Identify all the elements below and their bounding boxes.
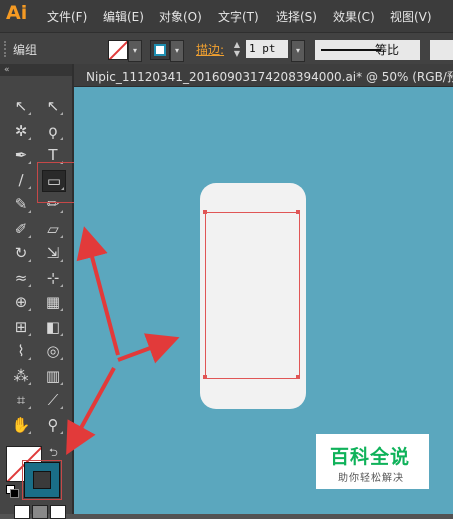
- color-mode-icon[interactable]: [14, 505, 30, 519]
- menu-select[interactable]: 选择(S): [276, 8, 317, 25]
- free-transform-icon[interactable]: ⊹: [42, 268, 64, 288]
- watermark-subtitle: 助你轻松解决: [338, 473, 404, 484]
- magic-wand-icon[interactable]: ✲: [10, 121, 32, 141]
- menu-object[interactable]: 对象(O): [159, 8, 202, 25]
- stroke-profile-select[interactable]: 等比: [315, 40, 420, 60]
- menu-bar: Ai 文件(F) 编辑(E) 对象(O) 文字(T) 选择(S) 效果(C) 视…: [0, 0, 453, 32]
- control-bar: 编组 ▾ ▾ 描边: ▲ ▼ 1 pt ▾ 等比: [0, 32, 453, 66]
- column-graph-icon[interactable]: ▥: [42, 366, 64, 386]
- stroke-weight-input[interactable]: 1 pt: [246, 40, 288, 58]
- selection-handle[interactable]: [203, 210, 207, 214]
- hand-icon[interactable]: ✋: [10, 415, 32, 435]
- stroke-profile-sample: [321, 49, 381, 51]
- pen-icon[interactable]: ✒: [10, 145, 32, 165]
- stroke-profile-label: 等比: [375, 43, 400, 57]
- none-mode-icon[interactable]: [50, 505, 66, 519]
- artboard-canvas[interactable]: 百科全说 助你轻松解决: [74, 87, 453, 514]
- menu-effect[interactable]: 效果(C): [333, 8, 375, 25]
- lasso-icon[interactable]: ϙ: [42, 121, 64, 141]
- document-tab[interactable]: Nipic_11120341_20160903174208394000.ai* …: [86, 68, 453, 85]
- gradient-icon[interactable]: ◧: [42, 317, 64, 337]
- width-icon[interactable]: ≈: [10, 268, 32, 288]
- stroke-swatch[interactable]: [150, 40, 170, 60]
- zoom-icon[interactable]: ⚲: [42, 415, 64, 435]
- blob-brush-icon[interactable]: ✐: [10, 219, 32, 239]
- eraser-icon[interactable]: ▱: [42, 219, 64, 239]
- tools-panel-header[interactable]: «: [0, 64, 72, 76]
- rectangle-tool-highlight: [37, 162, 79, 203]
- selection-type-label: 编组: [13, 43, 38, 57]
- watermark-badge: 百科全说 助你轻松解决: [316, 434, 429, 489]
- paintbrush-icon[interactable]: ✎: [10, 194, 32, 214]
- perspective-grid-icon[interactable]: ▦: [42, 292, 64, 312]
- fill-swatch[interactable]: [108, 40, 128, 60]
- brush-definition-select[interactable]: [430, 40, 453, 60]
- selection-handle[interactable]: [296, 210, 300, 214]
- line-segment-icon[interactable]: ∕: [10, 170, 32, 190]
- default-fill-stroke-icon[interactable]: [6, 485, 19, 498]
- stroke-ring-icon: [154, 44, 166, 56]
- menu-type[interactable]: 文字(T): [218, 8, 259, 25]
- document-tab-bar: Nipic_11120341_20160903174208394000.ai* …: [74, 64, 453, 87]
- shape-builder-icon[interactable]: ⊕: [10, 292, 32, 312]
- eyedropper-icon[interactable]: ⌇: [10, 341, 32, 361]
- direct-selection-icon[interactable]: ↖: [42, 96, 64, 116]
- control-bar-grip[interactable]: [4, 41, 9, 57]
- stroke-weight-dropdown[interactable]: ▾: [291, 40, 305, 62]
- menu-view[interactable]: 视图(V): [390, 8, 432, 25]
- selection-icon[interactable]: ↖: [10, 96, 32, 116]
- artboard-icon[interactable]: ⌗: [10, 390, 32, 410]
- collapse-panel-icon[interactable]: «: [4, 64, 10, 76]
- scale-icon[interactable]: ⇲: [42, 243, 64, 263]
- symbol-sprayer-icon[interactable]: ⁂: [10, 366, 32, 386]
- slice-icon[interactable]: ⟋: [42, 390, 64, 410]
- stroke-color-highlight: [22, 460, 62, 500]
- selected-rectangle-shape[interactable]: [205, 212, 300, 379]
- stroke-link[interactable]: 描边:: [196, 41, 224, 58]
- selection-handle[interactable]: [203, 375, 207, 379]
- stroke-dropdown[interactable]: ▾: [170, 40, 184, 62]
- selection-handle[interactable]: [296, 375, 300, 379]
- watermark-title: 百科全说: [330, 446, 411, 468]
- blend-icon[interactable]: ◎: [42, 341, 64, 361]
- rotate-icon[interactable]: ↻: [10, 243, 32, 263]
- mesh-icon[interactable]: ⊞: [10, 317, 32, 337]
- stroke-weight-spinner[interactable]: ▲ ▼: [231, 40, 243, 58]
- fill-dropdown[interactable]: ▾: [128, 40, 142, 62]
- gradient-mode-icon[interactable]: [32, 505, 48, 519]
- menu-file[interactable]: 文件(F): [47, 8, 87, 25]
- app-logo: Ai: [6, 2, 28, 24]
- menu-edit[interactable]: 编辑(E): [103, 8, 144, 25]
